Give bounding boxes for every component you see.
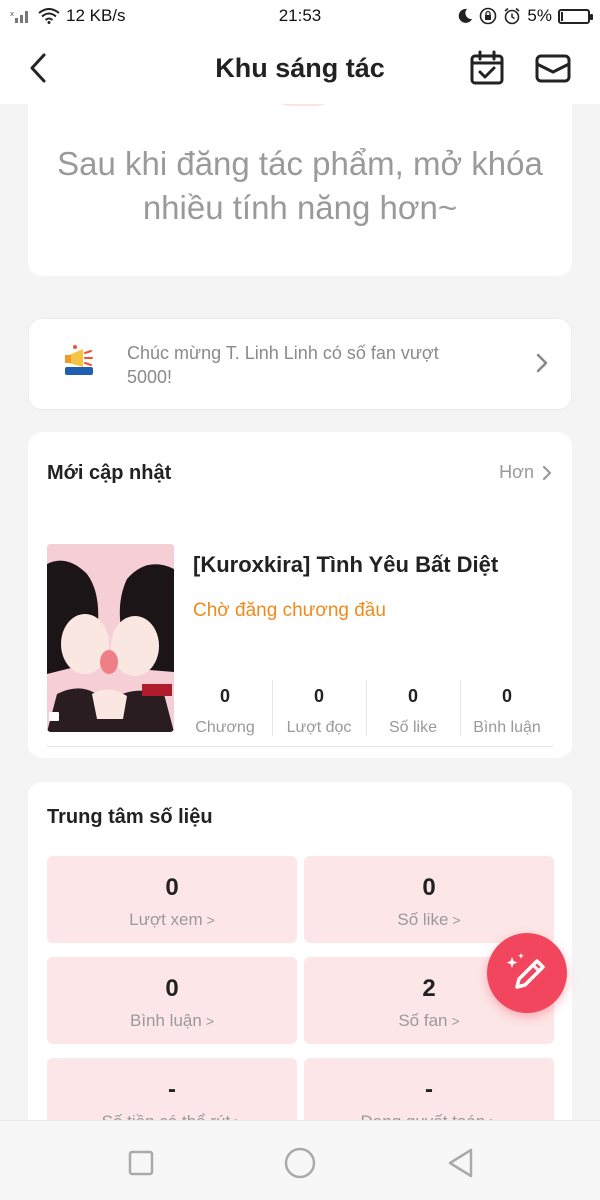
- tile-label-text: Đang quyết toán: [361, 1112, 486, 1120]
- promo-illustration: [268, 104, 338, 106]
- stat-label: Lượt đọc: [286, 719, 352, 736]
- stat-value: 0: [407, 686, 418, 706]
- tile-comments[interactable]: 0 Bình luận >: [47, 957, 297, 1044]
- book-stats: 0 Chương 0 Lượt đọc 0 Số like 0 Bình luậ…: [178, 680, 554, 736]
- tile-label: Số like >: [304, 910, 554, 930]
- book-cover[interactable]: [47, 544, 174, 732]
- alarm-icon: [504, 7, 520, 25]
- more-link[interactable]: Hơn: [499, 462, 552, 483]
- chevron-right-icon: >: [452, 912, 461, 928]
- section-title: Trung tâm số liệu: [47, 806, 213, 828]
- wifi-icon: [38, 8, 60, 24]
- promo-text: Sau khi đăng tác phẩm, mở khóa nhiều tín…: [57, 145, 543, 226]
- battery-icon: [558, 8, 593, 24]
- recents-button[interactable]: [123, 1145, 159, 1181]
- tile-label: Lượt xem >: [47, 910, 297, 930]
- square-icon: [128, 1150, 154, 1176]
- chevron-right-icon: >: [206, 912, 215, 928]
- megaphone-icon: [65, 345, 93, 375]
- back-button[interactable]: [22, 50, 54, 86]
- tile-value: -: [425, 1076, 433, 1103]
- tile-label-text: Số fan: [398, 1011, 448, 1030]
- circle-icon: [284, 1147, 316, 1179]
- triangle-back-icon: [448, 1148, 473, 1178]
- moon-icon: [459, 8, 473, 23]
- status-bar: x 12 KB/s 21:53 5%: [0, 0, 600, 32]
- tile-label: Số tiền có thể rút>: [47, 1112, 297, 1120]
- section-title: Mới cập nhật: [47, 462, 172, 484]
- tile-label-text: Số like: [397, 910, 449, 929]
- system-nav-bar: [0, 1120, 600, 1200]
- calendar-button[interactable]: [468, 49, 506, 87]
- tile-label: Số fan >: [304, 1011, 554, 1031]
- home-button[interactable]: [282, 1145, 318, 1181]
- chevron-right-icon: >: [451, 1013, 460, 1029]
- chevron-left-icon: [30, 53, 46, 83]
- tile-value: 0: [165, 874, 179, 901]
- book-status: Chờ đăng chương đầu: [193, 600, 386, 621]
- clock: 21:53: [278, 6, 322, 25]
- more-link-label: Hơn: [499, 462, 534, 482]
- stat-value: 0: [219, 686, 230, 706]
- tile-label: Bình luận >: [47, 1011, 297, 1031]
- nav-back-button[interactable]: [443, 1145, 479, 1181]
- chevron-right-icon: >: [205, 1013, 215, 1029]
- calendar-check-icon: [470, 50, 504, 85]
- stat-label: Số like: [388, 719, 438, 736]
- tile-views[interactable]: 0 Lượt xem >: [47, 856, 297, 943]
- stat-comments: 0 Bình luận: [460, 680, 554, 736]
- svg-text:x: x: [10, 10, 14, 18]
- tile-settling[interactable]: - Đang quyết toán>: [304, 1058, 554, 1120]
- tile-value: 0: [165, 975, 179, 1002]
- tile-likes[interactable]: 0 Số like >: [304, 856, 554, 943]
- battery-percent: 5%: [527, 6, 552, 25]
- tile-value: -: [168, 1076, 176, 1103]
- data-center-card: Trung tâm số liệu 0 Lượt xem > 0 Số like >…: [28, 782, 572, 1120]
- chevron-right-icon: [536, 353, 548, 373]
- stat-likes: 0 Số like: [366, 680, 460, 736]
- write-fab-button[interactable]: [487, 933, 567, 1013]
- stat-reads: 0 Lượt đọc: [272, 680, 366, 736]
- fan-milestone-notice[interactable]: Chúc mừng T. Linh Linh có số fan vượt 50…: [28, 318, 572, 410]
- stat-label: Bình luận: [473, 719, 541, 736]
- stat-chapters: 0 Chương: [178, 680, 272, 736]
- app-header: Khu sáng tác: [0, 32, 600, 104]
- tile-label: Đang quyết toán>: [304, 1112, 554, 1120]
- signal-icon: x: [10, 10, 28, 23]
- divider: [47, 746, 553, 747]
- promo-card: Sau khi đăng tác phẩm, mở khóa nhiều tín…: [28, 104, 572, 276]
- rotation-lock-icon: [480, 7, 497, 25]
- book-title[interactable]: [Kuroxkira] Tình Yêu Bất Diệt: [193, 552, 498, 578]
- tile-label-text: Bình luận: [129, 1011, 202, 1030]
- tile-label-text: Lượt xem: [129, 910, 203, 929]
- book-cover-art: [47, 544, 174, 732]
- tile-withdrawable[interactable]: - Số tiền có thể rút>: [47, 1058, 297, 1120]
- recent-updates-card: Mới cập nhật Hơn [Kuroxkira] Tình Yêu Bấ…: [28, 432, 572, 758]
- network-speed: 12 KB/s: [66, 6, 126, 25]
- tile-value: 0: [422, 874, 436, 901]
- stat-value: 0: [313, 686, 324, 706]
- stat-value: 0: [501, 686, 512, 706]
- mail-icon: [535, 54, 571, 83]
- pencil-sparkle-icon: [506, 953, 545, 989]
- stat-label: Chương: [195, 719, 255, 736]
- notice-text: Chúc mừng T. Linh Linh có số fan vượt 50…: [127, 343, 439, 387]
- tile-label-text: Số tiền có thể rút: [102, 1112, 231, 1120]
- chevron-right-icon: [542, 465, 552, 480]
- mail-button[interactable]: [534, 49, 572, 87]
- page-title: Khu sáng tác: [215, 52, 385, 83]
